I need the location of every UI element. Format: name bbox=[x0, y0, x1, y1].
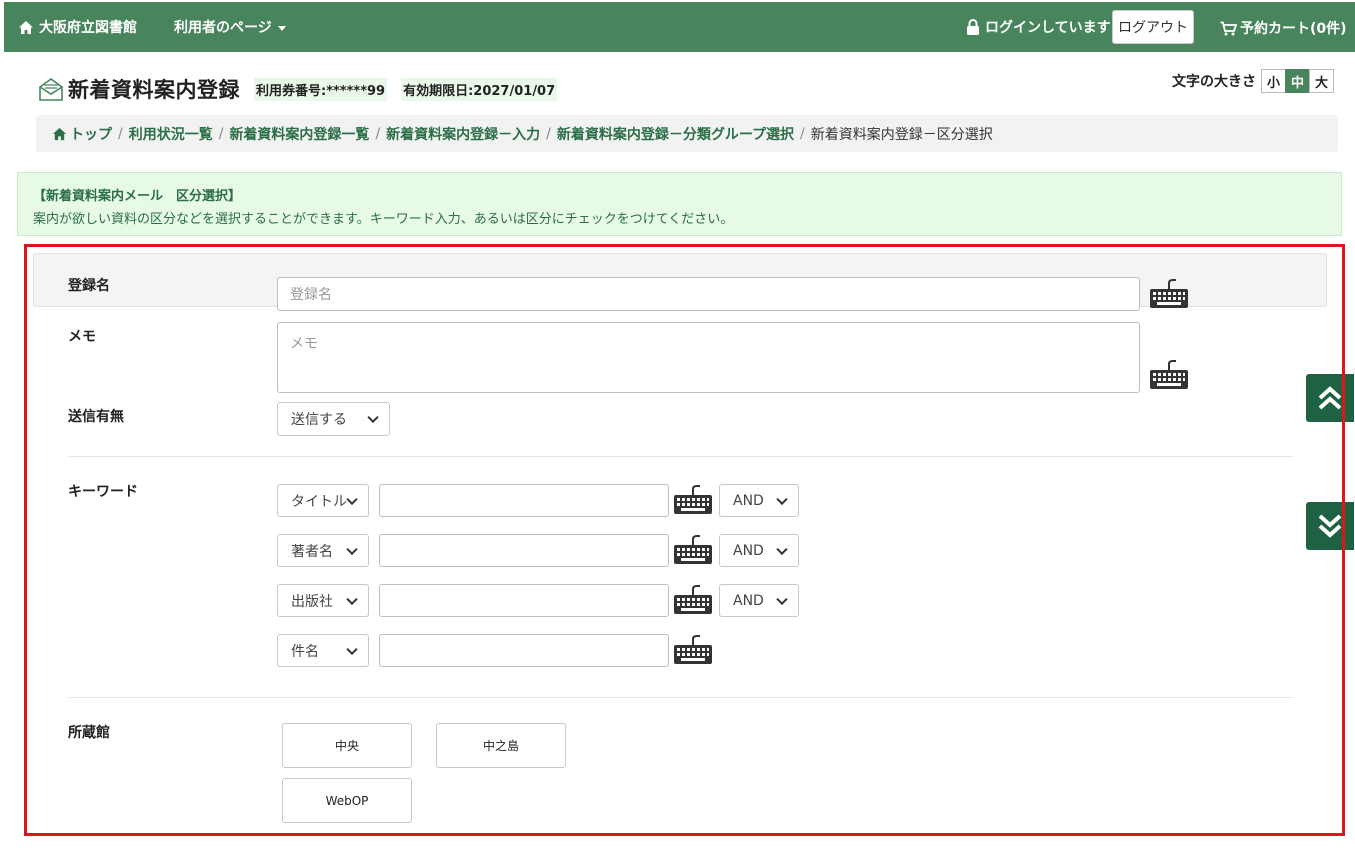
breadcrumb-link-input[interactable]: 新着資料案内登録－入力 bbox=[386, 124, 540, 144]
keyword-field-select-1[interactable]: タイトル bbox=[277, 484, 369, 517]
keyword-field-select-4[interactable]: 件名 bbox=[277, 634, 369, 667]
keyboard-icon[interactable] bbox=[673, 535, 713, 565]
keyword-input-4[interactable] bbox=[379, 634, 669, 667]
chevron-down-icon bbox=[776, 543, 788, 555]
keyboard-icon[interactable] bbox=[673, 635, 713, 665]
library-button-nakanoshima[interactable]: 中之島 bbox=[436, 723, 566, 768]
font-size-switcher: 文字の大きさ 小 中 大 bbox=[1172, 69, 1334, 93]
cart-icon bbox=[1220, 21, 1237, 35]
breadcrumb-link-list[interactable]: 新着資料案内登録一覧 bbox=[229, 124, 369, 144]
keyword-op-value: AND bbox=[733, 592, 764, 609]
library-button-chuo[interactable]: 中央 bbox=[282, 723, 412, 768]
info-box: 【新着資料案内メール 区分選択】 案内が欲しい資料の区分などを選択することができ… bbox=[17, 172, 1342, 236]
breadcrumb-link-top[interactable]: トップ bbox=[70, 124, 112, 144]
font-size-small-button[interactable]: 小 bbox=[1261, 69, 1286, 93]
mail-icon bbox=[39, 78, 63, 101]
keyword-op-select-3[interactable]: AND bbox=[719, 584, 799, 617]
home-link[interactable]: 大阪府立図書館 bbox=[18, 17, 137, 37]
keyword-op-select-1[interactable]: AND bbox=[719, 484, 799, 517]
login-status: ログインしています bbox=[966, 17, 1111, 37]
breadcrumb-separator: / bbox=[546, 125, 551, 142]
library-label: 所蔵館 bbox=[68, 725, 110, 741]
top-navbar: 大阪府立図書館 利用者のページ ログインしています ログアウト 予約カート(0件… bbox=[4, 2, 1355, 52]
font-size-large-button[interactable]: 大 bbox=[1309, 69, 1334, 93]
breadcrumb-separator: / bbox=[800, 125, 805, 142]
keyword-input-1[interactable] bbox=[379, 484, 669, 517]
home-icon bbox=[19, 20, 33, 34]
memo-label: メモ bbox=[68, 329, 96, 345]
breadcrumb-separator: / bbox=[375, 125, 381, 142]
chevron-down-icon bbox=[346, 493, 358, 505]
keyword-field-select-2[interactable]: 著者名 bbox=[277, 534, 369, 567]
user-page-label: 利用者のページ bbox=[174, 20, 272, 36]
keyboard-icon[interactable] bbox=[673, 485, 713, 515]
card-number: 利用券番号:******99 bbox=[254, 77, 388, 101]
page-header: 新着資料案内登録 利用券番号:******99 有効期限日:2027/01/07 bbox=[38, 74, 558, 104]
keyboard-icon[interactable] bbox=[673, 585, 713, 615]
keyword-label: キーワード bbox=[68, 484, 138, 500]
login-status-label: ログインしています bbox=[985, 20, 1111, 36]
keyword-op-value: AND bbox=[733, 542, 764, 559]
memo-textarea[interactable]: メモ bbox=[277, 322, 1140, 393]
keyword-op-value: AND bbox=[733, 492, 764, 509]
reservation-cart-link[interactable]: 予約カート(0件) bbox=[1220, 18, 1347, 38]
user-page-dropdown[interactable]: 利用者のページ bbox=[174, 17, 286, 37]
breadcrumb-current: 新着資料案内登録－区分選択 bbox=[810, 126, 993, 143]
caret-down-icon bbox=[277, 25, 286, 31]
page-title: 新着資料案内登録 bbox=[68, 78, 240, 102]
chevron-down-icon bbox=[346, 643, 358, 655]
double-chevron-down-icon bbox=[1318, 514, 1342, 538]
font-size-label: 文字の大きさ bbox=[1172, 74, 1256, 90]
info-text: 案内が欲しい資料の区分などを選択することができます。キーワード入力、あるいは区分… bbox=[33, 212, 734, 227]
chevron-down-icon bbox=[367, 411, 379, 424]
keyboard-icon[interactable] bbox=[1149, 360, 1189, 390]
chevron-down-icon bbox=[776, 493, 788, 505]
keyword-field-value: 出版社 bbox=[291, 593, 333, 610]
keyword-field-select-3[interactable]: 出版社 bbox=[277, 584, 369, 617]
chevron-down-icon bbox=[346, 593, 358, 605]
keyword-field-value: 著者名 bbox=[291, 543, 333, 560]
keyboard-icon[interactable] bbox=[1149, 279, 1189, 309]
keyword-op-select-2[interactable]: AND bbox=[719, 534, 799, 567]
double-chevron-up-icon bbox=[1318, 386, 1342, 410]
breadcrumb-separator: / bbox=[218, 125, 224, 142]
font-size-medium-button[interactable]: 中 bbox=[1285, 69, 1310, 93]
keyword-field-value: 件名 bbox=[291, 643, 319, 660]
home-icon bbox=[52, 127, 67, 140]
scroll-to-top-button[interactable] bbox=[1306, 374, 1354, 422]
send-label: 送信有無 bbox=[68, 409, 124, 425]
chevron-down-icon bbox=[776, 593, 788, 605]
lock-icon bbox=[967, 19, 979, 35]
keyword-field-value: タイトル bbox=[291, 493, 347, 510]
keyword-input-3[interactable] bbox=[379, 584, 669, 617]
scroll-to-bottom-button[interactable] bbox=[1306, 502, 1354, 550]
breadcrumb-separator: / bbox=[118, 125, 123, 142]
logout-button[interactable]: ログアウト bbox=[1112, 10, 1194, 44]
name-input[interactable]: 登録名 bbox=[277, 277, 1140, 311]
chevron-down-icon bbox=[346, 543, 358, 555]
home-label: 大阪府立図書館 bbox=[39, 20, 137, 36]
breadcrumb: トップ / 利用状況一覧 / 新着資料案内登録一覧 / 新着資料案内登録－入力 … bbox=[36, 115, 1338, 152]
expiry-date: 有効期限日:2027/01/07 bbox=[401, 77, 558, 101]
name-label: 登録名 bbox=[68, 278, 110, 294]
keyword-input-2[interactable] bbox=[379, 534, 669, 567]
breadcrumb-link-group[interactable]: 新着資料案内登録－分類グループ選択 bbox=[557, 124, 794, 144]
cart-label: 予約カート(0件) bbox=[1240, 21, 1347, 37]
send-select-value: 送信する bbox=[291, 412, 347, 428]
section-divider bbox=[68, 456, 1293, 457]
section-divider bbox=[68, 697, 1293, 698]
library-button-webop[interactable]: WebOP bbox=[282, 778, 412, 823]
breadcrumb-link-usage[interactable]: 利用状況一覧 bbox=[129, 124, 213, 144]
info-title: 【新着資料案内メール 区分選択】 bbox=[33, 189, 242, 204]
send-select[interactable]: 送信する bbox=[277, 402, 390, 436]
